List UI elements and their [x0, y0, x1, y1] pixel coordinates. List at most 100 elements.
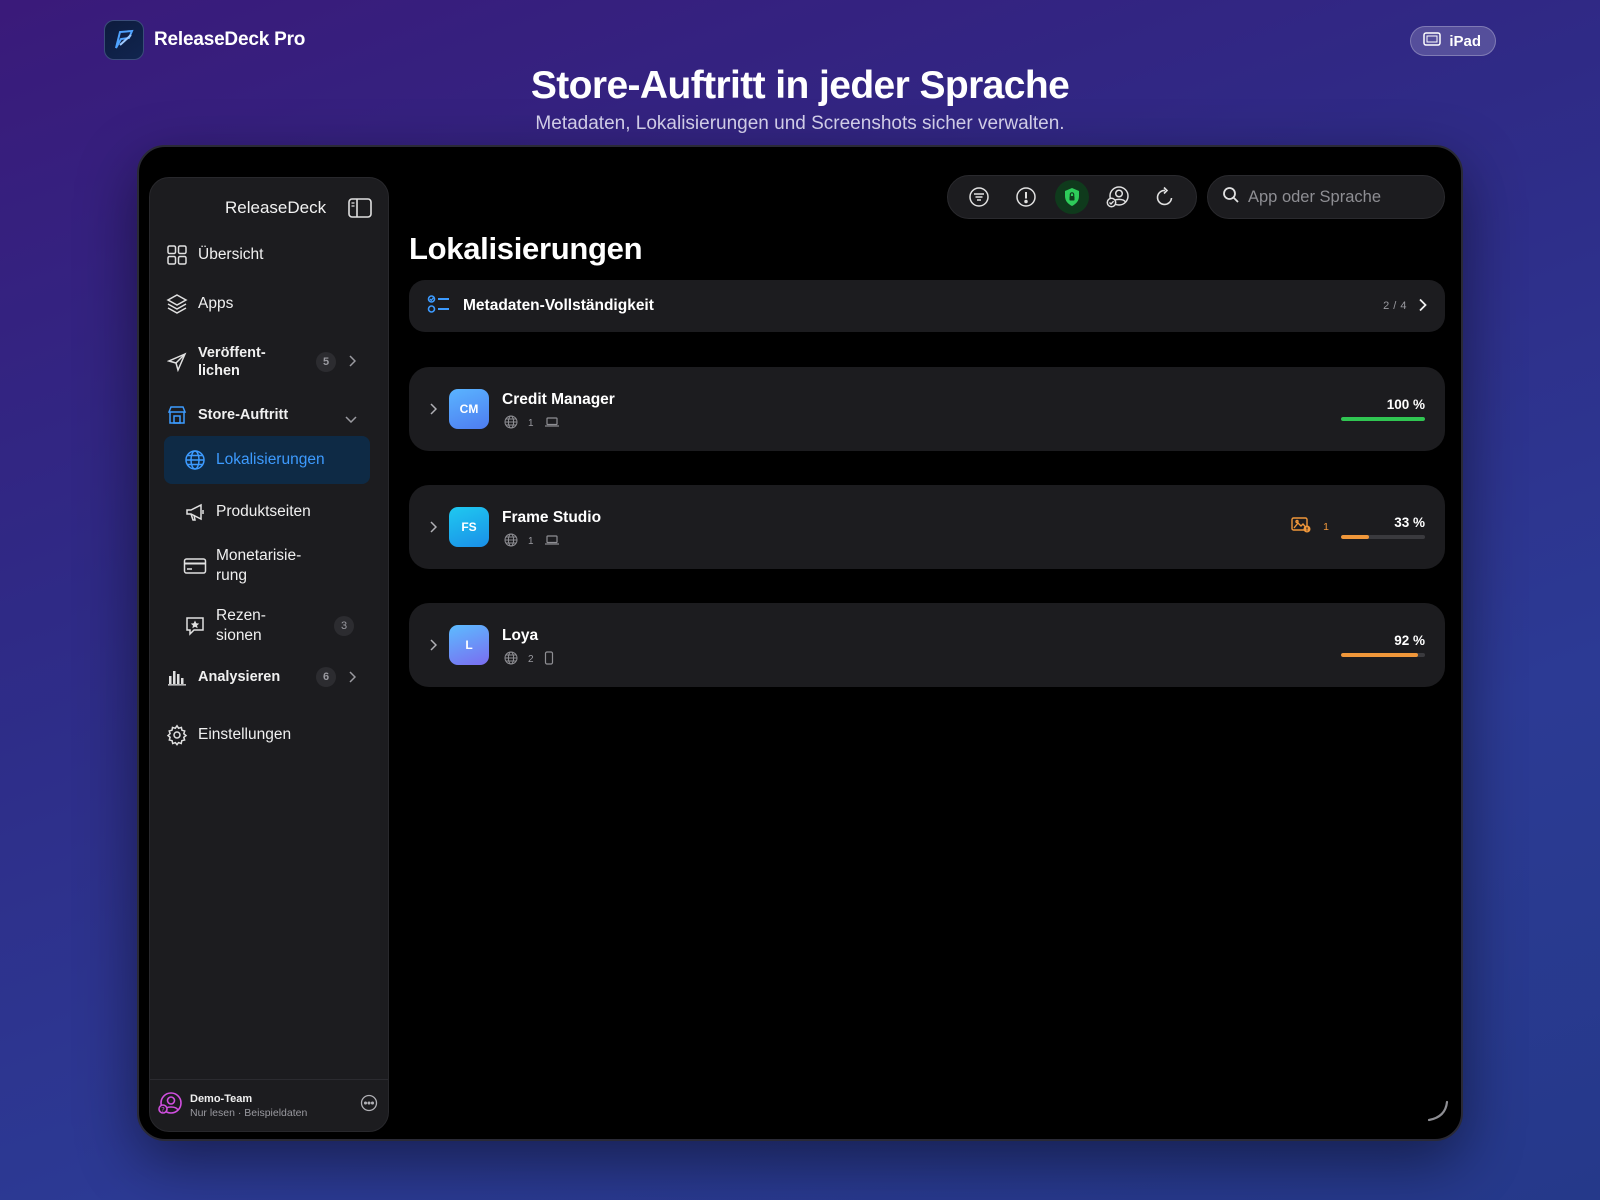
- storefront-icon: [164, 402, 190, 428]
- globe-icon: [504, 415, 518, 432]
- team-status: Nur lesen · Beispieldaten: [190, 1106, 308, 1119]
- language-count: 1: [528, 536, 534, 547]
- app-row-frame-studio[interactable]: FS Frame Studio 1 1 33 %: [409, 485, 1445, 569]
- sidebar-item-overview[interactable]: Übersicht: [164, 238, 372, 272]
- page-title: Lokalisierungen: [409, 231, 643, 266]
- ipad-frame: ReleaseDeck Übersicht Apps Veröffent- li…: [137, 145, 1463, 1141]
- chevron-down-icon: [345, 411, 357, 427]
- expand-chevron-icon[interactable]: [429, 638, 438, 656]
- more-options-icon[interactable]: [360, 1094, 378, 1117]
- sidebar-item-label: Veröffent- lichen: [198, 345, 266, 379]
- star-bubble-icon: [182, 613, 208, 639]
- credit-card-icon: [182, 553, 208, 579]
- sidebar-toggle-icon[interactable]: [348, 198, 372, 223]
- toolbar: [947, 175, 1197, 219]
- sidebar-item-badge: 6: [316, 667, 336, 687]
- completion-percent: 100 %: [1386, 397, 1425, 412]
- app-icon: FS: [449, 507, 489, 547]
- app-meta: 2: [504, 651, 554, 668]
- device-label: iPad: [1449, 32, 1481, 50]
- completion-progress-bar: [1341, 535, 1425, 539]
- sidebar-item-label: Einstellungen: [198, 726, 292, 743]
- sidebar-item-reviews[interactable]: Rezen- sionen 3: [164, 604, 370, 648]
- team-footer[interactable]: ? Demo-Team Nur lesen · Beispieldaten: [150, 1079, 388, 1131]
- hero-title: Store-Auftritt in jeder Sprache: [530, 64, 1070, 107]
- completion-progress-bar: [1341, 653, 1425, 657]
- sidebar-item-label: Lokalisierungen: [216, 451, 325, 468]
- bar-chart-icon: [164, 664, 190, 690]
- sidebar-item-label: Übersicht: [198, 246, 264, 263]
- laptop-icon: [544, 416, 560, 431]
- missing-screenshot-icon[interactable]: [1291, 517, 1311, 538]
- refresh-icon[interactable]: [1148, 180, 1182, 214]
- language-count: 2: [528, 654, 534, 665]
- app-logo-icon: [104, 20, 144, 60]
- sidebar-title: ReleaseDeck: [225, 198, 327, 217]
- app-meta: 1: [504, 415, 560, 432]
- sidebar-item-label: Analysieren: [198, 669, 281, 685]
- app-row-credit-manager[interactable]: CM Credit Manager 1 100 %: [409, 367, 1445, 451]
- progress-fill: [1341, 417, 1425, 421]
- sidebar-item-publish[interactable]: Veröffent- lichen 5: [164, 343, 372, 381]
- completion-percent: 33 %: [1394, 515, 1425, 530]
- warning-count: 1: [1323, 521, 1329, 533]
- sidebar-item-localizations[interactable]: Lokalisierungen: [164, 436, 370, 484]
- chevron-right-icon: [1418, 298, 1427, 317]
- filter-icon[interactable]: [962, 180, 996, 214]
- sidebar-item-label: Rezen- sionen: [216, 607, 266, 644]
- sidebar-item-badge: 3: [334, 616, 354, 636]
- app-row-loya[interactable]: L Loya 2 92 %: [409, 603, 1445, 687]
- shield-icon[interactable]: [1054, 180, 1089, 214]
- sidebar-item-store-presence[interactable]: Store-Auftritt: [164, 400, 372, 430]
- app-icon: CM: [449, 389, 489, 429]
- globe-icon: [504, 651, 518, 668]
- language-count: 1: [528, 418, 534, 429]
- app-meta: 1: [504, 533, 560, 550]
- team-avatar-icon: ?: [158, 1091, 182, 1120]
- resize-handle-icon[interactable]: [1425, 1098, 1449, 1127]
- completion-progress-bar: [1341, 417, 1425, 421]
- expand-chevron-icon[interactable]: [429, 520, 438, 538]
- brand: ReleaseDeck Pro: [104, 20, 305, 60]
- sidebar-item-label: Produktseiten: [216, 503, 311, 520]
- app-icon: L: [449, 625, 489, 665]
- sidebar-item-monetization[interactable]: Monetarisie- rung: [164, 544, 370, 588]
- alert-icon[interactable]: [1009, 180, 1043, 214]
- search-input[interactable]: [1248, 187, 1428, 207]
- team-info: Demo-Team Nur lesen · Beispieldaten: [190, 1093, 307, 1119]
- grid-icon: [164, 242, 190, 268]
- sidebar-item-apps[interactable]: Apps: [164, 287, 372, 321]
- search-field[interactable]: [1207, 175, 1445, 219]
- sidebar-item-label: Apps: [198, 295, 234, 312]
- megaphone-icon: [182, 499, 208, 525]
- sidebar-item-label: Monetarisie- rung: [216, 547, 302, 584]
- progress-fill: [1341, 535, 1369, 539]
- sidebar-item-settings[interactable]: Einstellungen: [164, 718, 372, 752]
- sidebar-header: ReleaseDeck: [150, 190, 388, 226]
- team-name: Demo-Team: [190, 1092, 253, 1105]
- expand-chevron-icon[interactable]: [429, 402, 438, 420]
- metadata-completeness-row[interactable]: Metadaten-Vollständigkeit 2 / 4: [409, 280, 1445, 332]
- svg-text:?: ?: [161, 1106, 165, 1114]
- laptop-icon: [544, 534, 560, 549]
- app-name: Credit Manager: [502, 391, 615, 408]
- chevron-right-icon: [348, 671, 357, 687]
- sidebar-item-analyze[interactable]: Analysieren 6: [164, 662, 372, 692]
- phone-icon: [544, 651, 554, 668]
- search-icon: [1222, 186, 1240, 209]
- sidebar-item-product-pages[interactable]: Produktseiten: [164, 494, 370, 530]
- paper-plane-icon: [164, 349, 190, 375]
- sidebar-item-label: Store-Auftritt: [198, 407, 289, 423]
- sidebar-item-badge: 5: [316, 352, 336, 372]
- app-name: Frame Studio: [502, 509, 602, 526]
- account-check-icon[interactable]: [1101, 180, 1135, 214]
- chevron-right-icon: [348, 355, 357, 371]
- completeness-label: Metadaten-Vollständigkeit: [463, 297, 654, 314]
- completeness-count: 2 / 4: [1383, 300, 1407, 312]
- globe-icon: [504, 533, 518, 550]
- ipad-icon: [1423, 32, 1442, 50]
- sidebar: ReleaseDeck Übersicht Apps Veröffent- li…: [149, 177, 389, 1132]
- brand-name: ReleaseDeck Pro: [154, 29, 306, 50]
- device-selector[interactable]: iPad: [1410, 26, 1496, 56]
- globe-icon: [182, 447, 208, 473]
